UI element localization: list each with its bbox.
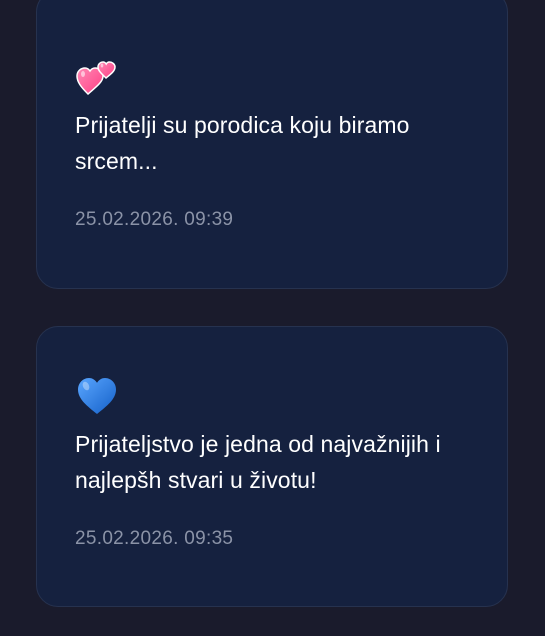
post-feed: Prijatelji su porodica koju biramo srcem… [0, 0, 545, 636]
two-hearts-icon [76, 61, 116, 96]
post-timestamp: 25.02.2026. 09:35 [75, 528, 234, 549]
blue-heart-icon [78, 378, 116, 414]
post-timestamp: 25.02.2026. 09:39 [75, 209, 234, 230]
post-text: Prijateljstvo je jedna od najvažnijih i … [75, 431, 441, 493]
post-card[interactable]: Prijatelji su porodica koju biramo srcem… [36, 0, 508, 289]
post-card[interactable]: Prijateljstvo je jedna od najvažnijih i … [36, 326, 508, 607]
post-text: Prijatelji su porodica koju biramo srcem… [75, 112, 410, 174]
